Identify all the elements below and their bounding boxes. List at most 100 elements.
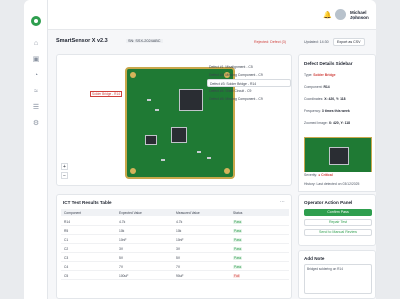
table-row[interactable]: C1 10nF 10nF Pass — [61, 236, 289, 244]
coordinates-row: Coordinates: X: 420, Y: 118 — [304, 97, 346, 101]
column-header: Component — [64, 211, 82, 215]
mount-hole — [130, 168, 136, 174]
analytics-icon[interactable]: ◔ — [32, 72, 40, 80]
cell-component: R14 — [64, 220, 71, 224]
cell-measured: 10k — [176, 229, 182, 233]
cell-component: R5 — [64, 229, 69, 233]
pcb-viewer[interactable]: Solder Bridge - R14 Defect #1: Misalignm… — [56, 54, 292, 186]
defect-item[interactable]: Defect #4: Short Circuit - C9 — [207, 87, 291, 95]
frequency-row: Frequency: 3 times this week — [304, 109, 350, 113]
export-csv-button[interactable]: Export as CSV — [333, 38, 365, 46]
status-badge: Fail — [233, 274, 241, 278]
ic-chip — [145, 135, 157, 145]
zoomed-image[interactable] — [304, 137, 372, 173]
history-row: History: Last detected on 03/12/2025 — [304, 182, 360, 186]
cell-measured: 10nF — [176, 238, 184, 242]
device-title: SmartSensor X v2.3 — [56, 38, 108, 44]
status-badge: Pass — [233, 220, 243, 224]
zoom-in-button[interactable]: + — [61, 163, 68, 170]
top-bar: 🔔 Michael Johnson Operator — [48, 0, 376, 30]
cell-measured: 4.7k — [176, 220, 183, 224]
mount-hole — [130, 72, 136, 78]
defect-list: Defect #1: Misalignment - C5 Defect #2: … — [207, 63, 291, 103]
cell-component: C3 — [64, 256, 69, 260]
cell-component: C4 — [64, 265, 69, 269]
cell-measured: 5V — [176, 256, 181, 260]
mount-hole — [224, 168, 230, 174]
severity-history: Severity: ● Critical History: Last detec… — [298, 172, 376, 192]
table-row[interactable]: R14 4.7k 4.7k Pass — [61, 218, 289, 226]
defect-item-selected[interactable]: Defect #3: Solder Bridge - R14 — [207, 79, 291, 87]
note-title: Add Note — [304, 256, 325, 261]
ic-chip — [171, 127, 187, 143]
more-icon[interactable]: ⋯ — [280, 199, 285, 205]
cell-expected: 3V — [119, 247, 124, 251]
smd-component — [155, 109, 159, 111]
avatar[interactable] — [335, 9, 346, 20]
type-row: Type: Solder Bridge — [304, 73, 336, 77]
confirm-pass-button[interactable]: Confirm Pass — [304, 209, 372, 216]
ic-chip — [329, 147, 349, 165]
table-row[interactable]: C2 3V 3V Pass — [61, 245, 289, 253]
cell-expected: 10nF — [119, 238, 127, 242]
chart-icon[interactable]: ≈ — [32, 88, 40, 96]
manual-review-button[interactable]: Send to Manual Review — [304, 229, 372, 236]
component-row: Component: R14 — [304, 85, 330, 89]
defect-item[interactable]: Defect #5: Missing Component - C9 — [207, 95, 291, 103]
operator-action-panel: Operator Action Panel Confirm Pass Repai… — [298, 194, 376, 246]
add-note-panel: Add Note Bridged soldering on R14 — [298, 250, 376, 299]
logo-icon — [31, 16, 41, 26]
cell-component: C1 — [64, 238, 69, 242]
status-badge: Pass — [233, 256, 243, 260]
cell-expected: 7V — [119, 265, 124, 269]
status-badge: Pass — [233, 238, 243, 242]
severity-row: Severity: ● Critical — [304, 173, 333, 177]
table-row[interactable]: C3 5V 5V Pass — [61, 254, 289, 262]
ops-title: Operator Action Panel — [304, 200, 353, 205]
repair-test-button[interactable]: Repair Test — [304, 219, 372, 226]
ict-results-table: ICT Test Results Table ⋯ Component Expec… — [56, 194, 292, 299]
smd-component — [207, 157, 211, 159]
defect-marker[interactable]: Solder Bridge - R14 — [90, 91, 122, 97]
reports-icon[interactable]: ☰ — [32, 104, 40, 112]
note-textarea[interactable]: Bridged soldering on R14 — [304, 264, 372, 294]
table-title: ICT Test Results Table — [63, 200, 112, 205]
inspect-icon[interactable]: ▣ — [32, 56, 40, 64]
table-row[interactable]: C5 100uF 90uF Fail — [61, 272, 289, 280]
status-badge: Pass — [233, 247, 243, 251]
column-header: Status — [233, 211, 243, 215]
cell-measured: 7V — [176, 265, 181, 269]
settings-icon[interactable]: ⚙ — [32, 120, 40, 128]
ic-chip — [179, 89, 203, 111]
device-header: SmartSensor X v2.3 SN: SSX-2024ABC Rejec… — [48, 33, 376, 47]
notification-bell-icon[interactable]: 🔔 — [323, 11, 332, 19]
smd-component — [161, 159, 165, 161]
home-icon[interactable]: ⌂ — [32, 40, 40, 48]
defect-details-sidebar: Defect Details Sidebar Type: Solder Brid… — [298, 54, 376, 186]
smd-component — [147, 99, 151, 101]
cell-measured: 3V — [176, 247, 181, 251]
defect-item[interactable]: Defect #1: Misalignment - C5 — [207, 63, 291, 71]
cell-component: C2 — [64, 247, 69, 251]
zoom-out-button[interactable]: − — [61, 172, 68, 179]
table-header: Component Expected Value Measured Value … — [61, 209, 289, 216]
table-row[interactable]: C4 7V 7V Pass — [61, 263, 289, 271]
status-badge: Pass — [233, 229, 243, 233]
serial-number: SN: SSX-2024ABC — [126, 39, 163, 43]
status-badge: Pass — [233, 265, 243, 269]
cell-expected: 100uF — [119, 274, 129, 278]
nav-rail: ⌂ ▣ ◔ ≈ ☰ ⚙ — [24, 0, 48, 299]
zoomed-image-row: Zoomed Image: X: 420, Y: 118 — [304, 121, 351, 125]
column-header: Measured Value — [176, 211, 200, 215]
status-badge: Rejected: Defect (3) — [254, 40, 286, 44]
cell-expected: 4.7k — [119, 220, 126, 224]
table-row[interactable]: R5 10k 10k Pass — [61, 227, 289, 235]
cell-expected: 10k — [119, 229, 125, 233]
updated-time: Updated: 14:30 — [304, 40, 329, 44]
app-window: ⌂ ▣ ◔ ≈ ☰ ⚙ 🔔 Michael Johnson Operator S… — [24, 0, 376, 299]
user-role: Operator — [350, 16, 364, 20]
defect-item[interactable]: Defect #2: Missing Component - C9 — [207, 71, 291, 79]
cell-measured: 90uF — [176, 274, 184, 278]
column-header: Expected Value — [119, 211, 142, 215]
cell-component: C5 — [64, 274, 69, 278]
